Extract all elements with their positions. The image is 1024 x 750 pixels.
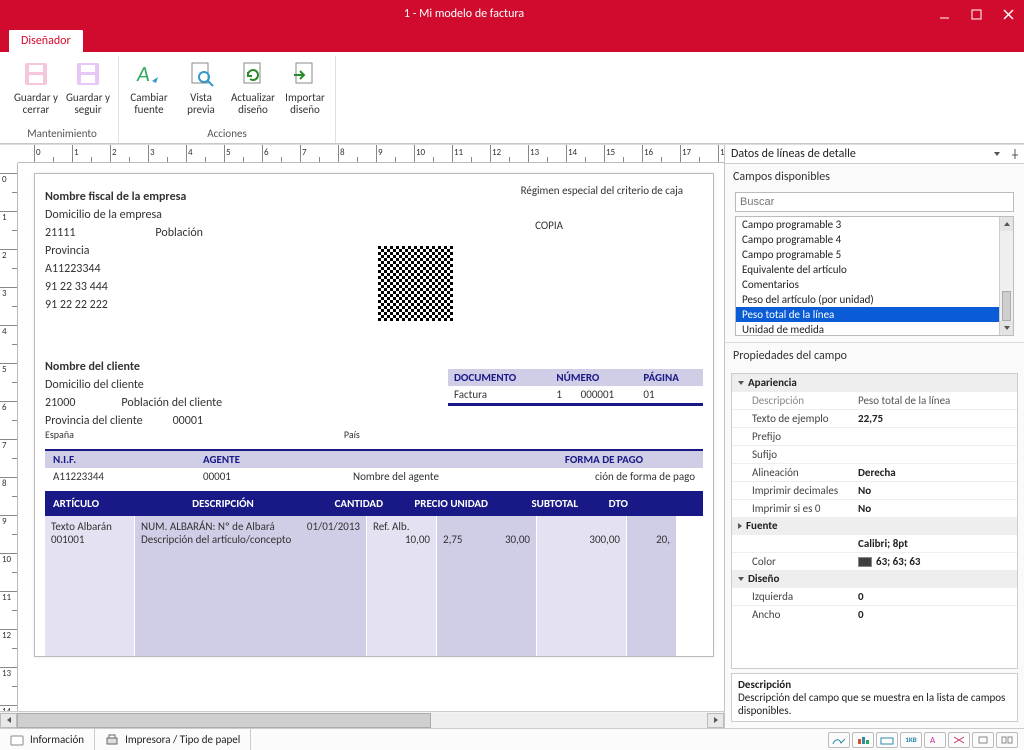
save-close-button[interactable]: Guardar y cerrar [10, 56, 62, 125]
col-agente-header: AGENTE [203, 453, 353, 466]
field-item[interactable]: Peso total de la línea [736, 307, 999, 322]
window-title: 1 - Mi modelo de factura [0, 7, 928, 21]
status-mini-8[interactable] [996, 732, 1018, 748]
import-design-button[interactable]: Importar diseño [279, 56, 331, 125]
group-fuente[interactable]: Fuente [732, 517, 1017, 534]
field-item[interactable]: Comentarios [736, 277, 999, 292]
properties-panel: Datos de líneas de detalle Campos dispon… [724, 145, 1024, 728]
client-city: Población del cliente [121, 396, 222, 410]
group-design[interactable]: Diseño [732, 570, 1017, 587]
grid-body: Texto Albarán 001001 NUM. ALBARÁN: Nº de… [45, 516, 703, 656]
description-block: Descripción Descripción del campo que se… [731, 673, 1018, 722]
tab-designer[interactable]: Diseñador [8, 29, 84, 52]
scroll-right-button[interactable] [707, 713, 724, 728]
status-mini-3[interactable] [876, 732, 898, 748]
agente-code: 00001 [203, 470, 353, 483]
property-grid[interactable]: Apariencia DescripciónPeso total de la l… [731, 373, 1018, 669]
client-province: Provincia del cliente [45, 414, 143, 428]
field-item[interactable]: Campo programable 4 [736, 232, 999, 247]
agente-name: Nombre del agente [353, 470, 513, 483]
save-close-icon [20, 58, 52, 90]
printer-icon [105, 733, 119, 747]
client-country-label: País [344, 428, 360, 441]
ribbon: Guardar y cerrar Guardar y seguir Manten… [0, 52, 1024, 144]
svg-text:A: A [136, 60, 150, 87]
status-mini-6[interactable] [948, 732, 970, 748]
client-code: 00001 [173, 414, 203, 428]
panel-pin-button[interactable] [1006, 145, 1024, 163]
line1-art: 001001 [51, 533, 128, 546]
field-props-title: Propiedades del campo [725, 342, 1024, 369]
ribbon-group-maintenance-label: Mantenimiento [10, 125, 114, 143]
tabstrip: Diseñador [0, 28, 1024, 52]
horizontal-scrollbar[interactable] [0, 711, 724, 728]
status-mini-4[interactable]: 1KB [900, 732, 922, 748]
page: Nombre fiscal de la empresa Domicilio de… [34, 173, 714, 657]
company-phone2: 91 22 22 222 [45, 294, 703, 312]
search-input[interactable] [735, 192, 1014, 212]
horizontal-ruler: 0123456789101112131415161718 [18, 145, 724, 163]
line0-text: Texto Albarán [51, 520, 128, 533]
status-mini-1[interactable] [828, 732, 850, 748]
save-continue-icon [72, 58, 104, 90]
refresh-design-button[interactable]: Actualizar diseño [227, 56, 279, 125]
statusbar: Información Impresora / Tipo de papel 1K… [0, 728, 1024, 750]
doc-info-table: DOCUMENTO NÚMERO PÁGINA Factura 1 000001… [448, 369, 703, 406]
status-mini-2[interactable] [852, 732, 874, 748]
info-icon [10, 733, 24, 747]
qr-code [378, 246, 453, 321]
field-item[interactable]: Equivalente del artículo [736, 262, 999, 277]
line1-desc: Descripción del artículo/concepto [141, 533, 360, 546]
ribbon-group-actions-label: Acciones [123, 125, 331, 143]
titlebar: 1 - Mi modelo de factura [0, 0, 1024, 28]
panel-selector[interactable]: Datos de líneas de detalle [725, 145, 1006, 163]
field-item[interactable]: Campo programable 3 [736, 217, 999, 232]
regimen-label: Régimen especial del criterio de caja [521, 184, 683, 197]
field-list[interactable]: Campo programable 3Campo programable 4Ca… [735, 216, 1014, 336]
field-item[interactable]: Peso del artículo (por unidad) [736, 292, 999, 307]
vertical-ruler: 0123456789101112131415 [0, 163, 18, 711]
save-continue-button[interactable]: Guardar y seguir [62, 56, 114, 125]
import-icon [289, 58, 321, 90]
copy-label: COPIA [535, 219, 563, 232]
statusbar-printer-button[interactable]: Impresora / Tipo de papel [95, 729, 251, 750]
grid-header: ARTÍCULO DESCRIPCIÓN CANTIDAD PRECIO UNI… [45, 491, 703, 516]
refresh-icon [237, 58, 269, 90]
status-mini-5[interactable]: A [924, 732, 946, 748]
company-vat: A11223344 [45, 258, 703, 276]
field-item[interactable]: Campo programable 5 [736, 247, 999, 262]
company-city: Población [155, 226, 203, 240]
status-mini-7[interactable] [972, 732, 994, 748]
field-list-scrollbar[interactable] [999, 217, 1013, 335]
maximize-button[interactable] [960, 0, 992, 28]
app-window: 1 - Mi modelo de factura Diseñador Guard… [0, 0, 1024, 750]
forma-pago: ción de forma de pago [513, 470, 695, 483]
col-nif-header: N.I.F. [53, 453, 203, 466]
design-canvas[interactable]: Nombre fiscal de la empresa Domicilio de… [18, 163, 724, 711]
preview-icon [185, 58, 217, 90]
minimize-button[interactable] [928, 0, 960, 28]
statusbar-info-button[interactable]: Información [0, 729, 95, 750]
client-zip: 21000 [45, 396, 75, 410]
change-font-button[interactable]: A Cambiar fuente [123, 56, 175, 125]
scroll-left-button[interactable] [0, 713, 17, 728]
company-address: Domicilio de la empresa [45, 204, 703, 222]
client-country: España [45, 428, 74, 441]
preview-button[interactable]: Vista previa [175, 56, 227, 125]
company-zip: 21111 [45, 226, 75, 240]
company-province: Provincia [45, 240, 703, 258]
font-icon: A [133, 58, 165, 90]
color-swatch [858, 557, 872, 567]
field-item[interactable]: Unidad de medida [736, 322, 999, 335]
scroll-thumb[interactable] [17, 713, 431, 728]
col-pago-header: FORMA DE PAGO [513, 453, 695, 466]
chevron-down-icon [994, 152, 1000, 156]
group-apariencia[interactable]: Apariencia [732, 374, 1017, 391]
available-fields-title: Campos disponibles [725, 164, 1024, 190]
close-button[interactable] [992, 0, 1024, 28]
company-phone1: 91 22 33 444 [45, 276, 703, 294]
svg-text:A: A [930, 735, 936, 745]
nif-value: A11223344 [53, 470, 203, 483]
